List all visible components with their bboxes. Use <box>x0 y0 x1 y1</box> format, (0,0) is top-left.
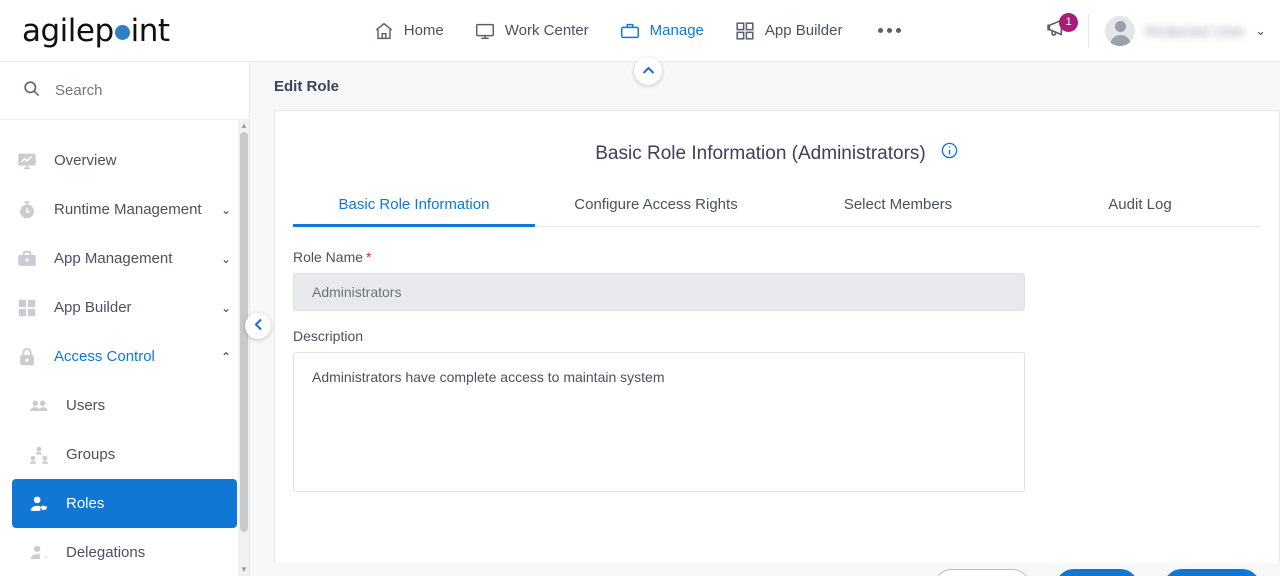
nav-item-work-center[interactable]: Work Center <box>474 0 589 62</box>
logo-dot-icon <box>114 24 130 40</box>
edit-role-card: Basic Role Information (Administrators) … <box>274 110 1280 576</box>
chevron-up-icon <box>642 64 655 78</box>
sidebar-item-access-control-label: Access Control <box>54 348 155 365</box>
card-header: Basic Role Information (Administrators) <box>275 111 1279 166</box>
sidebar-collapse-button[interactable] <box>245 313 271 339</box>
tab-bar: Basic Role Information Configure Access … <box>293 186 1261 227</box>
sidebar-item-overview[interactable]: Overview <box>0 136 249 185</box>
briefcase-icon <box>16 248 38 270</box>
chevron-up-icon: ⌃ <box>220 349 231 364</box>
notification-badge: 1 <box>1059 13 1079 32</box>
role-form: Role Name * Administrators Description Ad… <box>275 227 1279 492</box>
chevron-down-icon: ⌄ <box>220 251 231 266</box>
timer-icon <box>16 199 38 221</box>
search-placeholder: Search <box>55 82 103 99</box>
sidebar-item-app-builder-label: App Builder <box>54 299 132 316</box>
sidebar-item-delegations[interactable]: Delegations <box>12 528 237 576</box>
nav-item-work-center-label: Work Center <box>504 22 589 39</box>
update-button[interactable]: Update <box>1163 569 1261 576</box>
card-title-label: Basic Role Information (Administrators) <box>595 142 926 164</box>
sidebar-item-app-management-label: App Management <box>54 250 173 267</box>
lock-icon <box>16 346 38 368</box>
page-title: Edit Role <box>274 77 340 95</box>
top-navigation-bar: agilep int Home Work Center Manage App B… <box>0 0 1280 62</box>
search-icon <box>22 79 41 103</box>
header-collapse-button[interactable] <box>634 57 662 85</box>
sidebar-item-runtime-management-label: Runtime Management <box>54 201 202 218</box>
nav-item-manage-label: Manage <box>649 22 704 39</box>
nav-item-app-builder[interactable]: App Builder <box>734 0 843 62</box>
info-icon[interactable] <box>940 141 959 166</box>
divider <box>1088 13 1090 48</box>
grid-icon <box>734 20 756 42</box>
briefcase-icon <box>619 20 641 42</box>
sidebar-item-users[interactable]: Users <box>12 381 237 430</box>
tab-audit-log[interactable]: Audit Log <box>1019 186 1261 226</box>
sidebar-item-app-builder[interactable]: App Builder ⌄ <box>0 283 249 332</box>
nav-item-home-label: Home <box>403 22 444 39</box>
avatar <box>1105 15 1136 46</box>
tab-basic-role-information[interactable]: Basic Role Information <box>293 186 535 227</box>
sidebar-scrollbar[interactable]: ▲ ▼ <box>238 120 249 576</box>
sidebar-item-access-control[interactable]: Access Control ⌃ <box>0 332 249 381</box>
description-label: Description <box>293 328 364 344</box>
sidebar: Search Overview Runtime Management ⌄ App… <box>0 62 250 576</box>
role-name-value: Administrators <box>312 284 402 300</box>
application-window: agilep int Home Work Center Manage App B… <box>0 0 1280 576</box>
sidebar-item-groups-label: Groups <box>66 446 116 463</box>
logo-text-part2: int <box>130 12 170 49</box>
sidebar-item-runtime-management[interactable]: Runtime Management ⌄ <box>0 185 249 234</box>
sidebar-item-roles-label: Roles <box>66 495 105 512</box>
groups-icon <box>28 444 50 466</box>
grid-icon <box>16 297 38 319</box>
delegation-icon <box>28 542 50 564</box>
overview-monitor-icon <box>16 150 38 172</box>
more-icon[interactable] <box>872 28 907 33</box>
logo-text: agilep int <box>22 13 170 49</box>
home-icon <box>373 20 395 42</box>
role-name-field[interactable]: Administrators <box>293 273 1025 311</box>
user-menu[interactable]: Redacted User ⌄ <box>1093 15 1266 46</box>
main-nav: Home Work Center Manage App Builder <box>250 0 1030 62</box>
sidebar-item-delegations-label: Delegations <box>66 544 146 561</box>
role-person-icon <box>28 493 50 515</box>
monitor-icon <box>474 20 496 42</box>
cancel-button[interactable]: Cancel <box>933 569 1031 576</box>
nav-item-home[interactable]: Home <box>373 0 444 62</box>
sidebar-item-groups[interactable]: Groups <box>12 430 237 479</box>
sidebar-item-app-management[interactable]: App Management ⌄ <box>0 234 249 283</box>
user-name-label: Redacted User <box>1145 22 1246 39</box>
announcements-button[interactable]: 1 <box>1030 13 1084 46</box>
scrollbar-up-arrow-icon[interactable]: ▲ <box>240 122 248 130</box>
description-value: Administrators have complete access to m… <box>312 369 665 385</box>
nav-item-app-builder-label: App Builder <box>764 22 843 39</box>
required-marker: * <box>366 249 372 265</box>
chevron-down-icon: ⌄ <box>1255 23 1266 38</box>
logo-text-part1: agilep <box>22 12 114 49</box>
users-icon <box>28 395 50 417</box>
scrollbar-down-arrow-icon[interactable]: ▼ <box>240 566 248 574</box>
search-input[interactable]: Search <box>0 62 249 120</box>
tab-configure-access-rights[interactable]: Configure Access Rights <box>535 186 777 226</box>
agilepoint-logo[interactable]: agilep int <box>0 0 250 62</box>
top-bar-right: 1 Redacted User ⌄ <box>1030 0 1280 62</box>
main-content: Edit Role Basic Role Information (Admini… <box>250 62 1280 576</box>
form-actions: Cancel Next Update <box>933 569 1261 576</box>
chevron-left-icon <box>254 318 263 334</box>
sidebar-item-users-label: Users <box>66 397 106 414</box>
chevron-down-icon: ⌄ <box>220 300 231 315</box>
role-name-label: Role Name * <box>293 249 1279 265</box>
sidebar-menu: Overview Runtime Management ⌄ App Manage… <box>0 120 249 576</box>
sidebar-item-overview-label: Overview <box>54 152 117 169</box>
nav-item-manage[interactable]: Manage <box>619 0 704 62</box>
description-field[interactable]: Administrators have complete access to m… <box>293 352 1025 492</box>
sidebar-item-roles[interactable]: Roles <box>12 479 237 528</box>
role-name-label-text: Role Name <box>293 249 364 265</box>
chevron-down-icon: ⌄ <box>220 202 231 217</box>
tab-select-members[interactable]: Select Members <box>777 186 1019 226</box>
next-button[interactable]: Next <box>1055 569 1139 576</box>
